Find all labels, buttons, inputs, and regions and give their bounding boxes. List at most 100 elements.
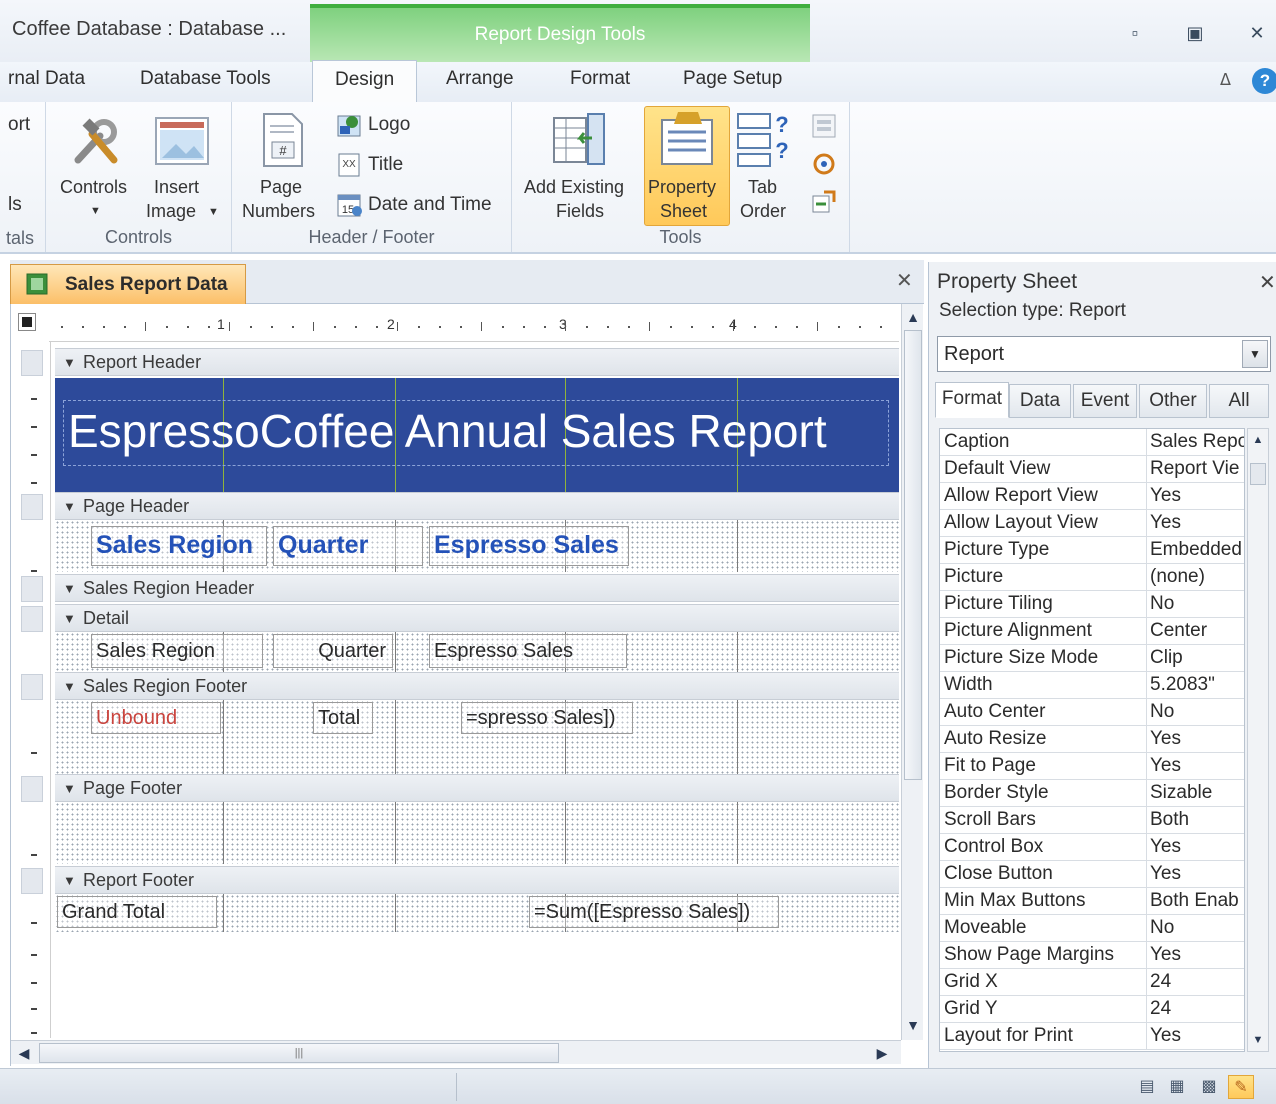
scroll-right-icon[interactable]: ▶ [871,1042,893,1064]
property-row[interactable]: Allow Report View Yes [940,483,1244,510]
collapse-ribbon-icon[interactable]: ᐃ [1220,70,1231,90]
chevron-down-icon[interactable]: ▼ [208,201,219,224]
property-value[interactable]: 24 [1146,969,1244,995]
tab-page-setup[interactable]: Page Setup [683,68,782,90]
property-row[interactable]: Allow Layout View Yes [940,510,1244,537]
tab-order-button[interactable]: Tab [748,176,777,199]
report-title-label[interactable]: EspressoCoffee Annual Sales Report [63,400,889,466]
textbox-grand-total-sum[interactable]: =Sum([Espresso Sales]) [529,896,779,928]
tab-data[interactable]: Data [1009,384,1071,418]
section-page-footer[interactable]: Page Footer [55,774,899,802]
add-existing-fields-button-label[interactable]: Fields [556,200,604,223]
property-row[interactable]: Border Style Sizable [940,780,1244,807]
insert-image-button[interactable]: Insert [154,176,199,199]
restore-icon[interactable]: ▣ [1182,22,1208,44]
scroll-left-icon[interactable]: ◀ [13,1042,35,1064]
view-code-icon[interactable] [810,150,838,183]
tab-all[interactable]: All [1209,384,1269,418]
tab-design[interactable]: Design [312,60,418,104]
property-value[interactable]: Report Vie [1146,456,1244,482]
section-selector[interactable] [21,606,43,632]
tab-format[interactable]: Format [935,382,1009,418]
layout-view-icon[interactable]: ▩ [1196,1075,1222,1099]
tab-format[interactable]: Format [570,68,630,90]
partial-button-label[interactable]: ls [8,194,22,216]
horizontal-scrollbar[interactable]: ◀ ||| ▶ [11,1040,901,1064]
add-existing-fields-icon[interactable] [552,112,608,173]
page-numbers-button[interactable]: Page [260,176,302,199]
convert-macros-icon[interactable] [810,188,838,221]
print-preview-icon[interactable]: ▦ [1164,1075,1190,1099]
page-header-grid[interactable]: Sales Region Quarter Espresso Sales [55,520,899,572]
controls-icon[interactable] [70,116,126,173]
title-icon[interactable]: XX [336,152,364,183]
document-tab[interactable]: Sales Report Data [10,264,246,304]
property-row[interactable]: Picture Type Embedded [940,537,1244,564]
property-row[interactable]: Show Page Margins Yes [940,942,1244,969]
property-row[interactable]: Picture Alignment Center [940,618,1244,645]
property-row[interactable]: Control Box Yes [940,834,1244,861]
label-espresso-sales[interactable]: Espresso Sales [429,526,629,566]
horizontal-ruler[interactable]: 1 2 3 4 [49,308,899,342]
object-selector-dropdown[interactable]: Report ▼ [937,336,1271,372]
horizontal-scroll-thumb[interactable]: ||| [39,1043,559,1063]
date-and-time-icon[interactable]: 15 [336,192,364,223]
scroll-up-icon[interactable]: ▲ [902,306,924,328]
minimize-icon[interactable]: ▫ [1122,22,1148,44]
tab-external-data[interactable]: rnal Data [8,68,85,90]
property-row[interactable]: Fit to Page Yes [940,753,1244,780]
property-sheet-label[interactable]: Property [648,176,716,199]
report-design-surface[interactable]: 1 2 3 4 Report Header EspressoCoffee Ann… [10,304,924,1066]
textbox-unbound[interactable]: Unbound [91,702,221,734]
report-header-band[interactable]: EspressoCoffee Annual Sales Report [55,378,899,492]
scroll-down-icon[interactable]: ▼ [1248,1029,1268,1051]
property-row[interactable]: Picture Tiling No [940,591,1244,618]
label-grand-total[interactable]: Grand Total [57,896,217,928]
textbox-sum-espresso-sales[interactable]: =spresso Sales]) [461,702,633,734]
property-value[interactable]: Yes [1146,753,1244,779]
scroll-down-icon[interactable]: ▼ [902,1014,924,1036]
property-value[interactable]: Center [1146,618,1244,644]
section-report-header[interactable]: Report Header [55,348,899,376]
property-sheet-icon[interactable] [658,110,716,173]
chevron-down-icon[interactable]: ▼ [1242,340,1268,368]
tab-other[interactable]: Other [1139,384,1207,418]
close-icon[interactable]: ✕ [1244,22,1270,44]
property-value[interactable]: 24 [1146,996,1244,1022]
tab-event[interactable]: Event [1073,384,1137,418]
date-and-time-button[interactable]: Date and Time [368,194,492,216]
section-selector[interactable] [21,868,43,894]
tab-order-button-label[interactable]: Order [740,200,786,223]
section-sales-region-header[interactable]: Sales Region Header [55,574,899,602]
property-row[interactable]: Min Max Buttons Both Enab [940,888,1244,915]
section-selector[interactable] [21,776,43,802]
property-value[interactable]: Both Enab [1146,888,1244,914]
close-property-sheet-icon[interactable]: ✕ [1259,270,1276,295]
property-value[interactable]: Yes [1146,510,1244,536]
section-selector[interactable] [21,576,43,602]
section-sales-region-footer[interactable]: Sales Region Footer [55,672,899,700]
property-row[interactable]: Grid Y 24 [940,996,1244,1023]
logo-icon[interactable] [336,112,364,143]
help-icon[interactable]: ? [1252,68,1276,94]
insert-image-icon[interactable] [154,116,210,171]
label-total[interactable]: Total [313,702,373,734]
add-existing-fields-button[interactable]: Add Existing [524,176,624,199]
property-value[interactable]: Yes [1146,861,1244,887]
chevron-down-icon[interactable]: ▼ [90,200,101,223]
tab-arrange[interactable]: Arrange [446,68,514,90]
detail-grid[interactable]: Sales Region Quarter Espresso Sales [55,632,899,672]
select-report-box[interactable] [18,313,36,331]
section-selector[interactable] [21,674,43,700]
property-sheet-label-2[interactable]: Sheet [660,200,707,223]
property-row[interactable]: Default View Report Vie [940,456,1244,483]
property-value[interactable]: Sales Repo [1146,429,1244,455]
property-row[interactable]: Auto Center No [940,699,1244,726]
property-value[interactable]: Yes [1146,1023,1244,1049]
report-footer-grid[interactable]: Grand Total =Sum([Espresso Sales]) [55,894,899,932]
property-row[interactable]: Scroll Bars Both [940,807,1244,834]
property-row[interactable]: Moveable No [940,915,1244,942]
property-value[interactable]: Clip [1146,645,1244,671]
tab-database-tools[interactable]: Database Tools [140,68,271,90]
label-quarter[interactable]: Quarter [273,526,423,566]
